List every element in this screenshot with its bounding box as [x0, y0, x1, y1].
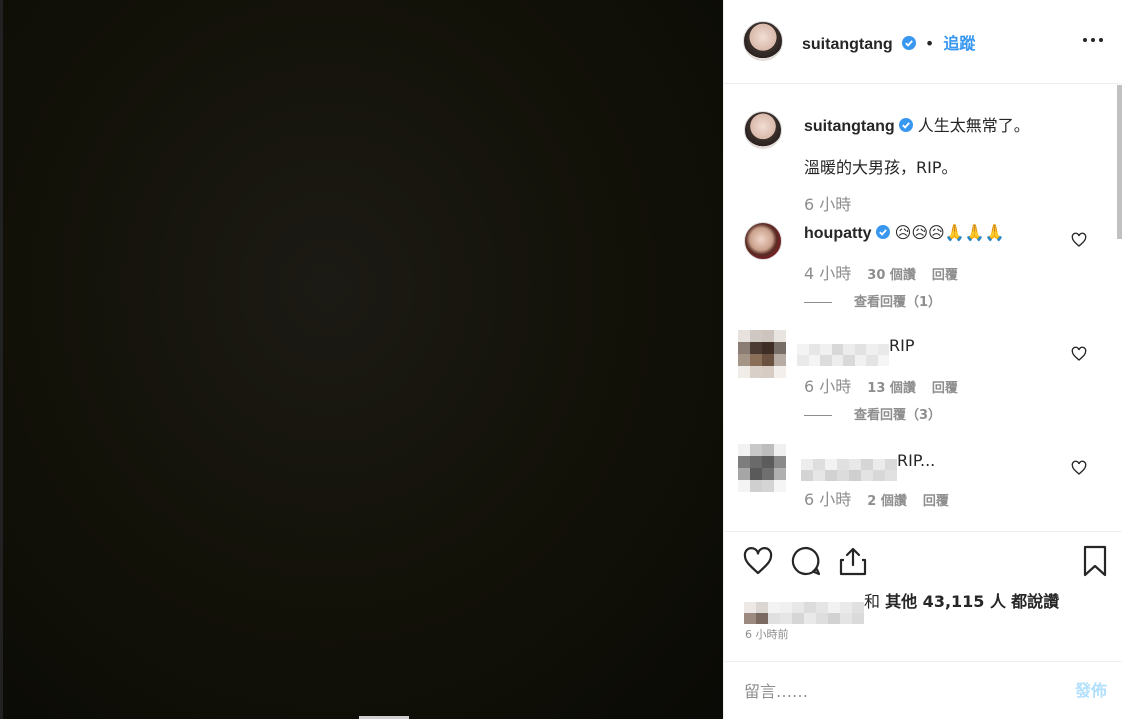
follow-button[interactable]: 追蹤 [943, 34, 975, 53]
caption-avatar[interactable] [744, 111, 782, 149]
like-heart-icon[interactable] [742, 545, 774, 577]
comments-list[interactable]: suitangtang 人生太無常了。 溫暖的大男孩，RIP。 6 小時 hou… [724, 85, 1122, 530]
comment-item: RIP 6 小時 13 個讚 回覆 查看回覆（3） [724, 325, 1116, 435]
commenter-username[interactable]: houpatty [804, 225, 872, 242]
verified-badge-icon [901, 36, 916, 50]
post-actions: 和 其他 43,115 人 都說讚 6 小時前 [724, 531, 1122, 661]
caption-time: 6 小時 [804, 195, 852, 214]
comment-item: houpatty 😥😥😥🙏🙏🙏 4 小時 30 個讚 回覆 查看回覆（1） [724, 215, 1116, 315]
comment-item: RIP... 6 小時 2 個讚 回覆 [724, 442, 1116, 522]
like-comment-heart-icon[interactable] [1071, 232, 1087, 248]
comment-text: houpatty 😥😥😥🙏🙏🙏 [804, 223, 1004, 243]
separator-dot: • [924, 34, 935, 53]
post-timestamp[interactable]: 6 小時前 [745, 626, 789, 642]
commenter-avatar-pixelated[interactable] [738, 330, 786, 378]
like-comment-heart-icon[interactable] [1071, 346, 1087, 362]
like-comment-heart-icon[interactable] [1071, 460, 1087, 476]
reply-button[interactable]: 回覆 [932, 381, 958, 396]
comment-bubble-icon[interactable] [790, 545, 822, 577]
comment-text: RIP... [801, 451, 935, 481]
view-replies-button[interactable]: 查看回覆（3） [804, 404, 941, 423]
likes-and-text: 和 [864, 592, 881, 611]
comment-meta: 6 小時 13 個讚 回覆 [804, 373, 958, 397]
view-replies-button[interactable]: 查看回覆（1） [804, 291, 941, 310]
author-username[interactable]: suitangtang [802, 36, 893, 53]
comment-meta: 6 小時 2 個讚 回覆 [804, 486, 949, 510]
comment-text: RIP [797, 336, 914, 366]
likes-others-link[interactable]: 其他 43,115 人 [885, 592, 1006, 611]
commenter-avatar[interactable] [744, 222, 782, 260]
caption-line1: 人生太無常了。 [917, 116, 1030, 135]
comment-likes[interactable]: 13 個讚 [867, 381, 916, 396]
comment-likes[interactable]: 2 個讚 [867, 494, 907, 509]
likes-suffix: 都說讚 [1011, 592, 1060, 611]
reply-button[interactable]: 回覆 [923, 494, 949, 509]
comment-time: 6 小時 [804, 490, 852, 509]
comments-scrollbar[interactable] [1117, 85, 1122, 239]
caption: suitangtang 人生太無常了。 溫暖的大男孩，RIP。 6 小時 [724, 85, 1116, 215]
post-comment-button[interactable]: 發佈 [1075, 677, 1107, 701]
post-photo[interactable] [0, 0, 723, 719]
comment-body: RIP... [897, 451, 936, 470]
verified-badge-icon [875, 225, 890, 239]
post-header: suitangtang • 追蹤 [724, 0, 1122, 84]
comment-body: RIP [889, 336, 915, 355]
save-bookmark-icon[interactable] [1079, 545, 1111, 577]
caption-line2: 溫暖的大男孩，RIP。 [804, 158, 958, 177]
likes-summary: 和 其他 43,115 人 都說讚 [744, 588, 1059, 624]
comment-likes[interactable]: 30 個讚 [867, 268, 916, 283]
post-side-panel: suitangtang • 追蹤 suitangtang 人生太無常了。 溫暖的… [723, 0, 1122, 719]
author-avatar[interactable] [743, 21, 783, 61]
commenter-username-pixelated[interactable] [801, 459, 897, 481]
more-options-icon[interactable] [1083, 30, 1105, 50]
commenter-avatar-pixelated[interactable] [738, 444, 786, 492]
comment-input[interactable] [744, 676, 1044, 706]
verified-badge-icon [898, 118, 913, 132]
add-comment-bar: 發佈 [724, 661, 1122, 719]
share-icon[interactable] [837, 545, 869, 577]
reply-button[interactable]: 回覆 [932, 268, 958, 283]
comment-time: 4 小時 [804, 264, 852, 283]
liker-avatar-username-pixelated[interactable] [744, 602, 864, 624]
caption-username[interactable]: suitangtang [804, 118, 895, 135]
commenter-username-pixelated[interactable] [797, 344, 889, 366]
comment-meta: 4 小時 30 個讚 回覆 [804, 260, 958, 284]
comment-time: 6 小時 [804, 377, 852, 396]
caption-text: suitangtang 人生太無常了。 [804, 112, 1030, 136]
comment-body: 😥😥😥🙏🙏🙏 [894, 223, 1005, 242]
author-row: suitangtang • 追蹤 [802, 30, 975, 54]
